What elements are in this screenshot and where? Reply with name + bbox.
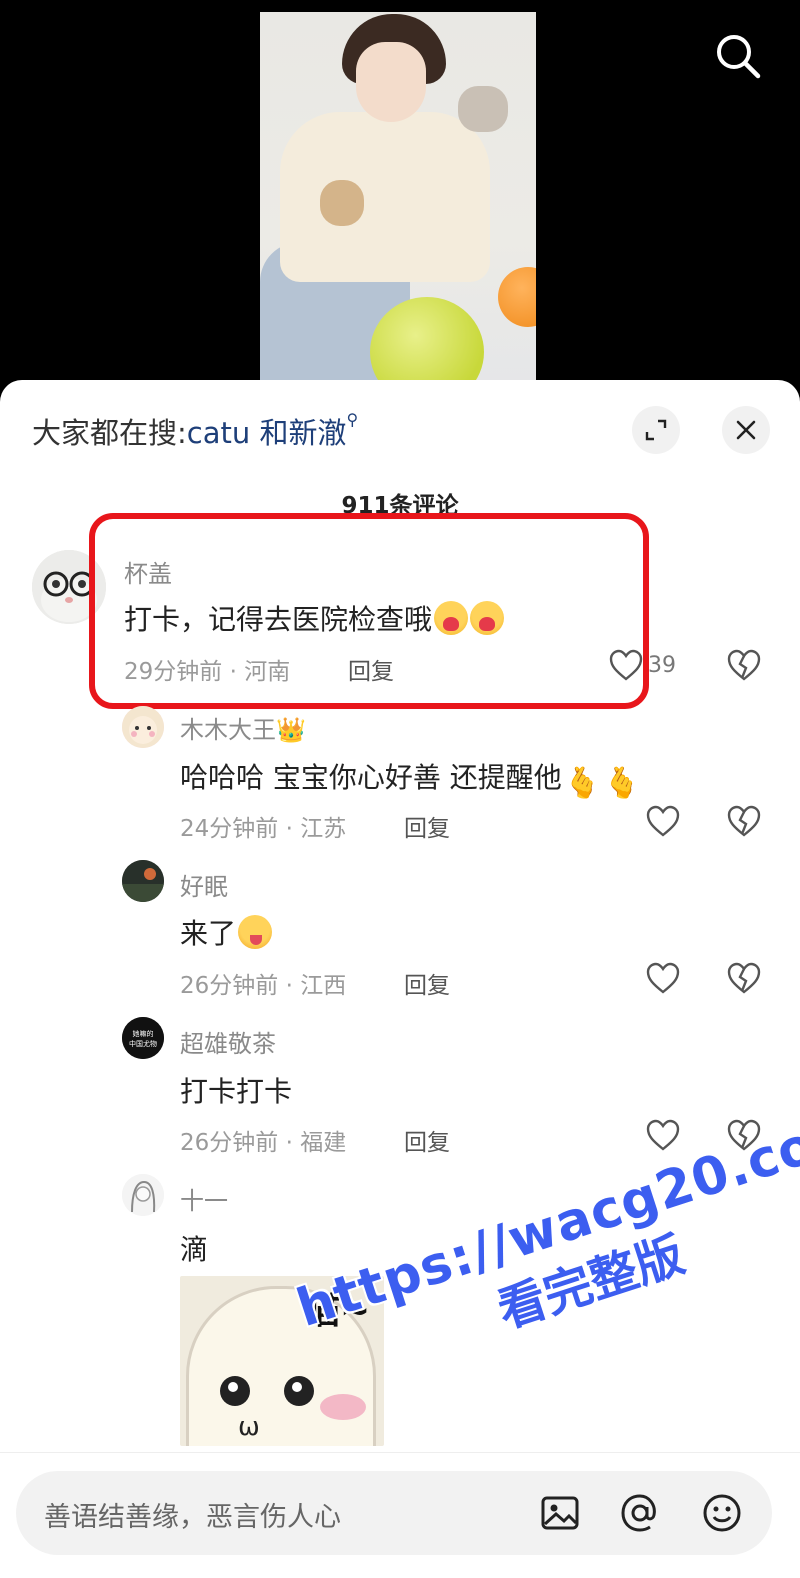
cat-sticker-image[interactable]: 喵~ ω bbox=[180, 1276, 384, 1446]
reply-button[interactable]: 回复 bbox=[404, 1123, 450, 1157]
comment-sheet: 大家都在搜:catu 和新澈⚲ 911条评论 杯盖 打卡，记得去医院检查哦 29… bbox=[0, 380, 800, 1578]
svg-text:中国尤物: 中国尤物 bbox=[129, 1039, 157, 1048]
image-icon[interactable] bbox=[538, 1491, 582, 1535]
dislike-broken-heart-icon[interactable] bbox=[726, 1118, 762, 1152]
comment-meta: 24分钟前 · 江苏 bbox=[180, 816, 347, 842]
like-heart-icon[interactable] bbox=[645, 961, 681, 995]
comment-text-body: 哈哈哈 宝宝你心好善 还提醒他 bbox=[180, 761, 562, 794]
dislike-broken-heart-icon[interactable] bbox=[726, 648, 762, 682]
sticker-text: 喵~ bbox=[304, 1291, 371, 1332]
avatar[interactable] bbox=[122, 706, 164, 748]
avatar[interactable] bbox=[122, 1174, 164, 1216]
wink-tongue-emoji bbox=[238, 915, 273, 949]
comment-meta: 26分钟前 · 江西 bbox=[180, 973, 347, 999]
input-placeholder: 善语结善缘，恶言伤人心 bbox=[44, 1502, 341, 1533]
comment-text: 哈哈哈 宝宝你心好善 还提醒他🫰🫰 bbox=[180, 756, 641, 801]
comment-text-body: 打卡，记得去医院检查哦 bbox=[124, 603, 433, 636]
dislike-broken-heart-icon[interactable] bbox=[726, 804, 762, 838]
comment-username[interactable]: 十一 bbox=[180, 1181, 228, 1216]
like-heart-icon[interactable] bbox=[645, 804, 681, 838]
hot-search-bar[interactable]: 大家都在搜:catu 和新澈⚲ bbox=[32, 410, 358, 452]
like-heart-icon[interactable] bbox=[645, 1118, 681, 1152]
comment-text: 打卡打卡 bbox=[180, 1075, 293, 1108]
comment-text: 滴 bbox=[180, 1233, 209, 1266]
comment-text: 来了 bbox=[180, 912, 273, 952]
video-thumbnail[interactable] bbox=[260, 12, 536, 390]
comment-count: 911条评论 bbox=[341, 493, 459, 519]
comment-text: 打卡，记得去医院检查哦 bbox=[124, 598, 505, 638]
video-player[interactable] bbox=[0, 0, 800, 390]
avatar[interactable]: 她嘛的 中国尤物 bbox=[122, 1017, 164, 1059]
reply-button[interactable]: 回复 bbox=[404, 966, 450, 1000]
comment-text-body: 来了 bbox=[180, 917, 237, 950]
avatar[interactable] bbox=[122, 860, 164, 902]
svg-text:她嘛的: 她嘛的 bbox=[133, 1029, 154, 1038]
avatar-lettering: 她嘛的 中国尤物 bbox=[122, 1017, 164, 1059]
comment-username[interactable]: 木木大王👑 bbox=[180, 710, 306, 745]
comment-meta: 26分钟前 · 福建 bbox=[180, 1130, 347, 1156]
hot-search-prefix: 大家都在搜: bbox=[32, 416, 187, 450]
reply-button[interactable]: 回复 bbox=[348, 652, 394, 686]
hot-search-keyword[interactable]: catu 和新澈 bbox=[187, 416, 347, 450]
comment-input[interactable]: 善语结善缘，恶言伤人心 bbox=[16, 1471, 772, 1555]
hug-heart-emoji bbox=[470, 601, 505, 635]
search-icon[interactable] bbox=[712, 30, 764, 82]
like-heart-icon[interactable] bbox=[608, 648, 644, 682]
reply-button[interactable]: 回复 bbox=[404, 809, 450, 843]
hug-heart-emoji bbox=[434, 601, 469, 635]
finger-heart-emoji: 🫰 bbox=[603, 766, 641, 801]
like-count: 39 bbox=[648, 653, 676, 678]
dislike-broken-heart-icon[interactable] bbox=[726, 961, 762, 995]
comment-username[interactable]: 好眠 bbox=[180, 867, 228, 902]
comment-meta: 29分钟前 · 河南 bbox=[124, 659, 291, 685]
expand-icon bbox=[645, 419, 667, 441]
search-mini-icon: ⚲ bbox=[346, 410, 359, 429]
comment-username[interactable]: 杯盖 bbox=[124, 554, 172, 589]
comment-input-bar: 善语结善缘，恶言伤人心 bbox=[0, 1452, 800, 1578]
avatar[interactable] bbox=[32, 550, 106, 624]
close-icon bbox=[736, 420, 756, 440]
finger-heart-emoji: 🫰 bbox=[563, 766, 602, 801]
mention-at-icon[interactable] bbox=[618, 1491, 662, 1535]
emoji-smile-icon[interactable] bbox=[700, 1491, 744, 1535]
close-button[interactable] bbox=[722, 406, 770, 454]
expand-button[interactable] bbox=[632, 406, 680, 454]
comment-username[interactable]: 超雄敬茶 bbox=[180, 1024, 276, 1059]
